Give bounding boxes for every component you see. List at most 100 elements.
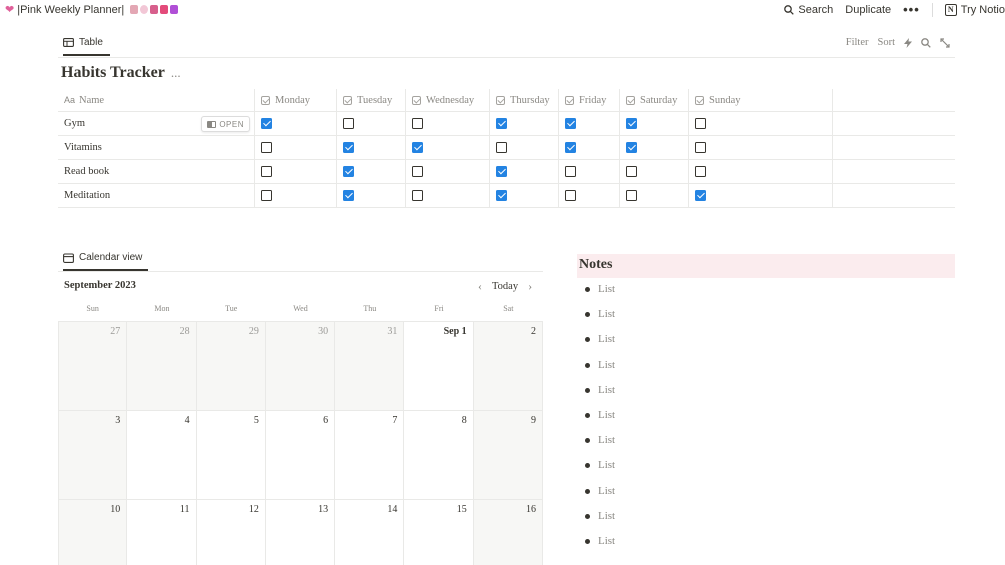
column-header-name[interactable]: Aa Name	[58, 89, 255, 111]
checkbox-unchecked[interactable]	[412, 166, 423, 177]
database-title[interactable]: Habits Tracker ...	[61, 64, 181, 82]
database-more-icon[interactable]: ...	[171, 65, 181, 81]
list-item[interactable]: List	[585, 308, 615, 333]
list-item[interactable]: List	[585, 459, 615, 484]
lightning-icon[interactable]	[904, 37, 912, 48]
checkbox-unchecked[interactable]	[261, 190, 272, 201]
checkbox-unchecked[interactable]	[626, 166, 637, 177]
calendar-day-cell[interactable]: 8	[404, 411, 474, 499]
checkbox-checked[interactable]	[343, 142, 354, 153]
calendar-day-cell[interactable]: 9	[473, 411, 543, 499]
calendar-day-cell[interactable]: 10	[58, 500, 128, 565]
list-item[interactable]: List	[585, 485, 615, 510]
checkbox-checked[interactable]	[343, 190, 354, 201]
list-item[interactable]: List	[585, 384, 615, 409]
tab-calendar-view[interactable]: Calendar view	[63, 252, 148, 271]
checkbox-checked[interactable]	[565, 142, 576, 153]
calendar-day-cell[interactable]: 16	[473, 500, 543, 565]
checkbox-checked[interactable]	[496, 166, 507, 177]
calendar-day-cell[interactable]: 31	[335, 322, 405, 410]
calendar-day-cell[interactable]: 15	[404, 500, 474, 565]
habit-name-cell[interactable]: Vitamins	[58, 136, 255, 159]
calendar-day-cell[interactable]: 2	[473, 322, 543, 410]
habit-name-cell[interactable]: Read book	[58, 160, 255, 183]
expand-icon[interactable]	[940, 37, 950, 48]
list-item[interactable]: List	[585, 283, 615, 308]
checkbox-checked[interactable]	[565, 118, 576, 129]
checkbox-unchecked[interactable]	[626, 190, 637, 201]
chevron-right-icon[interactable]: ›	[528, 279, 532, 294]
calendar-day-cell[interactable]: 7	[335, 411, 405, 499]
checkbox-unchecked[interactable]	[412, 118, 423, 129]
checkbox-unchecked[interactable]	[695, 142, 706, 153]
checkbox-unchecked[interactable]	[412, 190, 423, 201]
checkbox-unchecked[interactable]	[565, 190, 576, 201]
list-item[interactable]: List	[585, 535, 615, 560]
calendar-day-cell[interactable]: 4	[127, 411, 197, 499]
column-header-monday[interactable]: Monday	[255, 89, 337, 111]
column-header-friday[interactable]: Friday	[559, 89, 620, 111]
today-button[interactable]: Today	[492, 281, 518, 292]
checkbox-unchecked[interactable]	[695, 118, 706, 129]
calendar-day-number: 9	[530, 415, 536, 426]
column-header-tuesday[interactable]: Tuesday	[337, 89, 406, 111]
checkbox-unchecked[interactable]	[565, 166, 576, 177]
checkbox-unchecked[interactable]	[496, 142, 507, 153]
checkbox-checked[interactable]	[626, 142, 637, 153]
checkbox-unchecked[interactable]	[261, 142, 272, 153]
calendar-day-cell[interactable]: 28	[127, 322, 197, 410]
calendar-day-cell[interactable]: 27	[58, 322, 128, 410]
notes-heading[interactable]: Notes	[577, 254, 955, 278]
calendar-day-cell[interactable]: 13	[266, 500, 336, 565]
weekday-label: Wed	[293, 304, 308, 313]
list-item[interactable]: List	[585, 434, 615, 459]
calendar-day-cell[interactable]: 5	[197, 411, 266, 499]
column-header-wednesday[interactable]: Wednesday	[406, 89, 490, 111]
calendar-day-cell[interactable]: 12	[197, 500, 266, 565]
try-notion-button[interactable]: N Try Notio	[944, 3, 1005, 16]
checkbox-unchecked[interactable]	[695, 166, 706, 177]
more-button[interactable]: •••	[903, 2, 920, 17]
list-item[interactable]: List	[585, 510, 615, 535]
sort-button[interactable]: Sort	[877, 37, 895, 48]
checkbox-checked[interactable]	[343, 166, 354, 177]
calendar-day-cell[interactable]: 14	[335, 500, 405, 565]
table-row[interactable]: Vitamins	[58, 136, 955, 160]
checkbox-property-icon	[343, 95, 352, 105]
column-header-sunday[interactable]: Sunday	[689, 89, 833, 111]
chevron-left-icon[interactable]: ‹	[478, 279, 482, 294]
table-row[interactable]: Gym OPEN	[58, 112, 955, 136]
calendar-day-cell[interactable]: Sep 1	[404, 322, 474, 410]
habit-name-cell[interactable]: Meditation	[58, 184, 255, 207]
column-header-saturday[interactable]: Saturday	[620, 89, 689, 111]
heart-icon: ❤	[5, 4, 15, 16]
checkbox-checked[interactable]	[261, 118, 272, 129]
duplicate-button[interactable]: Duplicate	[845, 4, 891, 16]
calendar-day-cell[interactable]: 11	[127, 500, 197, 565]
list-item[interactable]: List	[585, 359, 615, 384]
table-row[interactable]: Read book	[58, 160, 955, 184]
page-title[interactable]: ❤ |Pink Weekly Planner|	[5, 3, 179, 16]
calendar-day-cell[interactable]: 3	[58, 411, 128, 499]
search-button[interactable]: Search	[784, 4, 833, 16]
checkbox-checked[interactable]	[695, 190, 706, 201]
habit-name-cell[interactable]: Gym OPEN	[58, 112, 255, 135]
calendar-day-cell[interactable]: 30	[265, 322, 336, 410]
table-row[interactable]: Meditation	[58, 184, 955, 208]
checkbox-cell-mon	[255, 136, 337, 159]
checkbox-checked[interactable]	[626, 118, 637, 129]
calendar-day-cell[interactable]: 6	[266, 411, 336, 499]
tab-table-view[interactable]: Table	[63, 37, 110, 56]
checkbox-checked[interactable]	[496, 118, 507, 129]
list-item[interactable]: List	[585, 409, 615, 434]
list-item[interactable]: List	[585, 333, 615, 358]
checkbox-unchecked[interactable]	[343, 118, 354, 129]
checkbox-checked[interactable]	[496, 190, 507, 201]
column-header-thursday[interactable]: Thursday	[490, 89, 559, 111]
checkbox-checked[interactable]	[412, 142, 423, 153]
checkbox-unchecked[interactable]	[261, 166, 272, 177]
open-button[interactable]: OPEN	[201, 116, 250, 132]
calendar-day-cell[interactable]: 29	[196, 322, 266, 410]
table-search-icon[interactable]	[921, 37, 931, 48]
filter-button[interactable]: Filter	[846, 37, 869, 48]
